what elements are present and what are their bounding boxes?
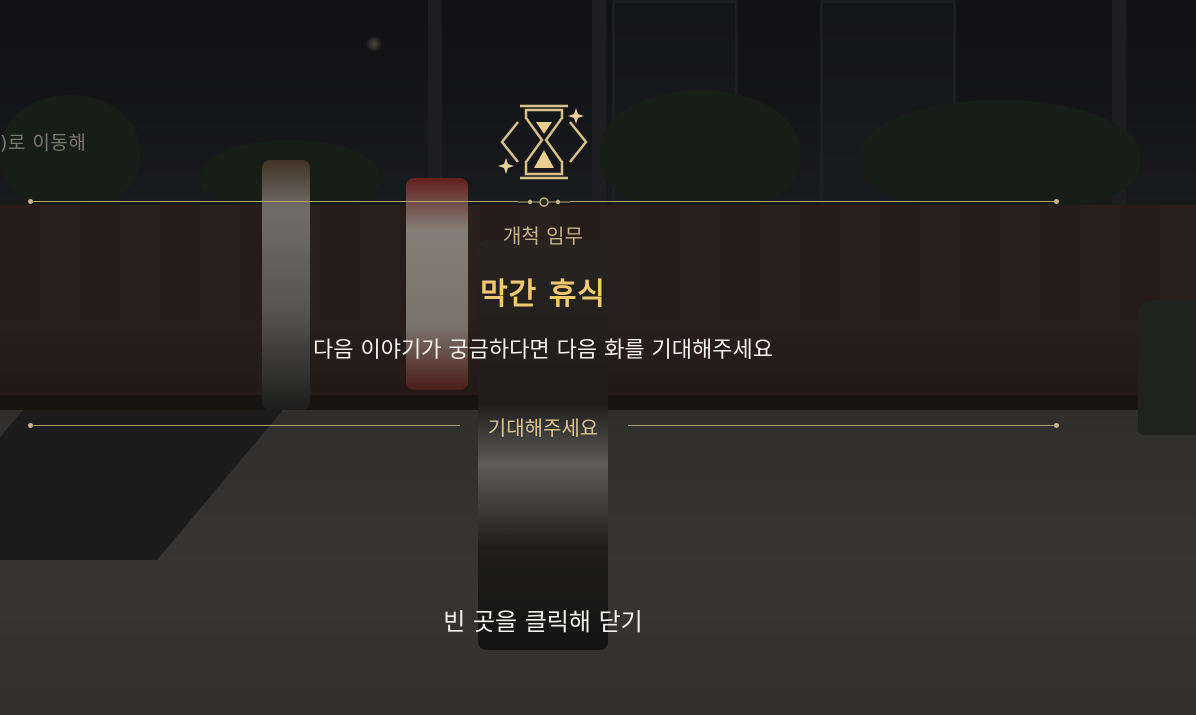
divider-line-top-right [570,201,1058,202]
close-hint-text[interactable]: 빈 곳을 클릭해 닫기 [0,602,1086,637]
divider-line-top-left [30,201,518,202]
divider-end-dot [1054,199,1059,204]
mission-status-label: 기대해주세요 [487,416,599,440]
divider-end-dot [28,199,33,204]
divider-center-ornament [518,194,570,210]
mission-title: 막간 휴식 [480,277,606,312]
mission-type-label: 개척 임무 [503,224,583,248]
mission-description: 다음 이야기가 궁금하다면 다음 화를 기대해주세요 [312,338,773,363]
hourglass-icon [496,100,596,190]
